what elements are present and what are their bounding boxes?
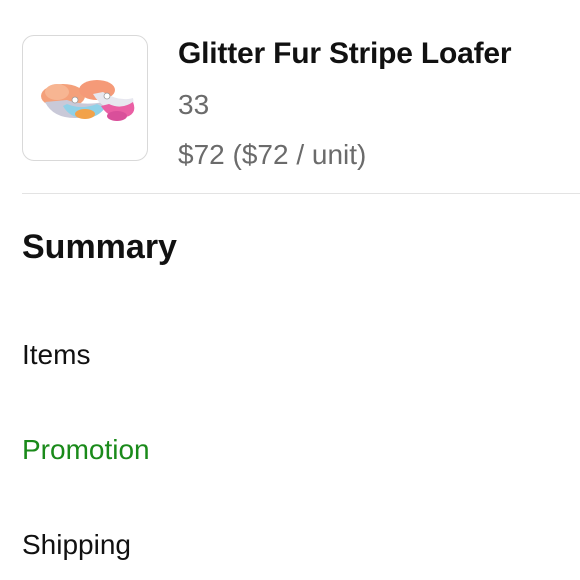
summary-row-shipping: Shipping (22, 529, 131, 560)
summary-title: Summary (22, 228, 177, 266)
divider (22, 193, 580, 194)
product-title[interactable]: Glitter Fur Stripe Loafer (178, 37, 512, 71)
cart-product-item[interactable]: Glitter Fur Stripe Loafer 33 $72 ($72 / … (22, 35, 580, 170)
product-thumbnail[interactable] (22, 35, 148, 161)
product-size: 33 (178, 89, 210, 120)
loafer-shoe-image (41, 80, 135, 121)
order-summary-screen: Glitter Fur Stripe Loafer 33 $72 ($72 / … (0, 0, 580, 580)
product-price: $72 ($72 / unit) (178, 139, 367, 170)
summary-row-promotion: Promotion (22, 434, 150, 465)
summary-row-items: Items (22, 339, 91, 370)
